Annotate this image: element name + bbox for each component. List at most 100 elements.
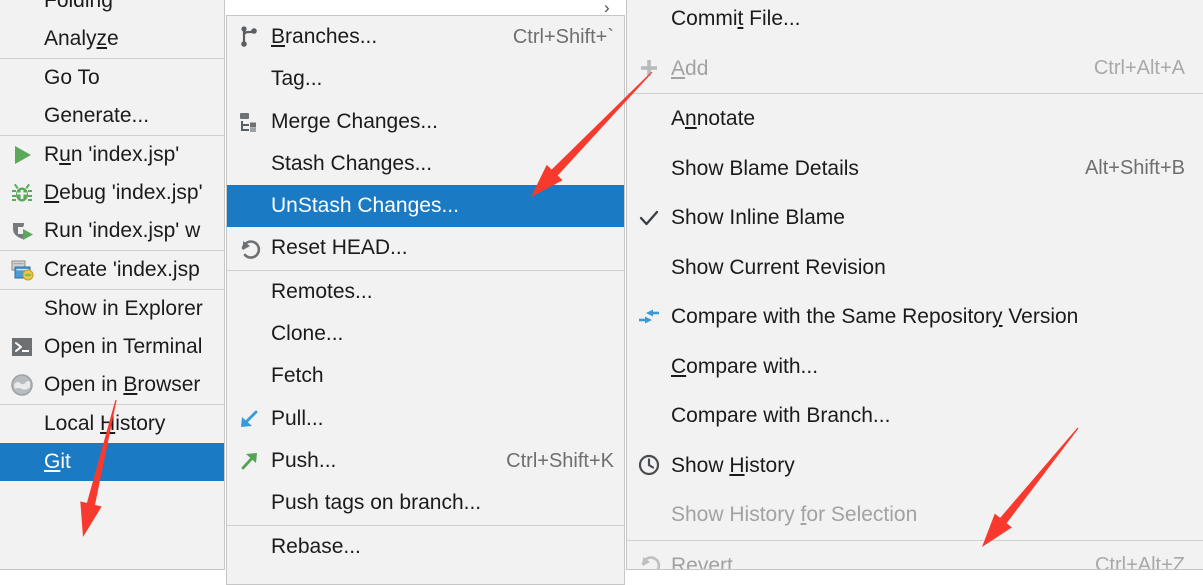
menu-item-label: Push tags on branch... <box>271 491 482 515</box>
menu-item-show-inline-blame[interactable]: Show Inline Blame <box>627 193 1203 243</box>
menu-item-rebase[interactable]: Rebase... <box>227 526 624 568</box>
no-icon <box>0 97 44 135</box>
run-icon <box>0 136 44 174</box>
create-configuration-icon <box>0 251 44 289</box>
no-icon <box>227 315 271 353</box>
menu-item-show-in-explorer[interactable]: Show in Explorer <box>0 290 224 328</box>
no-icon <box>0 290 44 328</box>
add-plus-icon <box>627 49 671 87</box>
menu-item-label: Git <box>44 450 71 473</box>
editor-context-menu[interactable]: Folding Analyze Go To Generate... Run 'index… <box>0 0 225 570</box>
menu-item-label: Show History <box>671 453 795 477</box>
menu-item-open-in-browser[interactable]: Open in Browser <box>0 366 224 404</box>
menu-item-label: Go To <box>44 66 100 89</box>
menu-item-label: Pull... <box>271 406 324 430</box>
menu-item-label: Analyze <box>44 27 119 50</box>
menu-item-label: Add <box>671 56 709 80</box>
menu-item-label: Show Inline Blame <box>671 206 845 229</box>
menu-item-label: Run 'index.jsp' <box>44 143 180 166</box>
menu-item-compare-with-branch[interactable]: Compare with Branch... <box>627 391 1203 441</box>
menu-item-label: Show Current Revision <box>671 255 886 279</box>
menu-item-add: Add Ctrl+Alt+A <box>627 44 1203 94</box>
compare-icon <box>627 298 671 336</box>
menu-item-generate[interactable]: Generate... <box>0 97 224 135</box>
menu-item-shortcut: Ctrl+Shift+K <box>506 449 614 472</box>
menu-item-push[interactable]: Push... Ctrl+Shift+K <box>227 440 624 482</box>
menu-item-compare-with-the-same-repository-version[interactable]: Compare with the Same Repository Version <box>627 292 1203 342</box>
no-icon <box>227 484 271 522</box>
no-icon <box>227 60 271 98</box>
reset-head-icon <box>227 230 271 268</box>
menu-item-annotate[interactable]: Annotate <box>627 94 1203 144</box>
menu-item-unstash-changes[interactable]: UnStash Changes... <box>227 185 624 228</box>
menu-item-label: Create 'index.jsp <box>44 258 200 281</box>
menu-item-stash-changes[interactable]: Stash Changes... <box>227 143 624 185</box>
menu-item-label: Show History for Selection <box>671 503 918 526</box>
menu-item-clone[interactable]: Clone... <box>227 313 624 355</box>
menu-item-pull[interactable]: Pull... <box>227 398 624 440</box>
menu-item-debug-index-jsp[interactable]: Debug 'index.jsp' <box>0 174 224 212</box>
menu-item-label: Reset HEAD... <box>271 236 408 260</box>
git-file-submenu[interactable]: Commit File... Add Ctrl+Alt+A Annotate Show … <box>626 0 1203 570</box>
no-icon <box>627 347 671 385</box>
no-icon <box>227 145 271 183</box>
no-icon <box>0 405 44 443</box>
menu-item-shortcut: Alt+Shift+B <box>1084 156 1185 179</box>
menu-item-fetch[interactable]: Fetch <box>227 355 624 397</box>
menu-item-label: Remotes... <box>271 279 373 303</box>
checkmark-icon <box>627 199 671 237</box>
menu-item-label: Rebase... <box>271 534 361 558</box>
no-icon <box>0 20 44 58</box>
no-icon <box>627 149 671 187</box>
no-icon <box>227 358 271 396</box>
history-clock-icon <box>627 446 671 484</box>
menu-item-run-index-jsp[interactable]: Run 'index.jsp' <box>0 136 224 174</box>
menu-item-label: Tag... <box>271 67 323 91</box>
no-icon <box>627 0 671 38</box>
menu-item-label: Show in Explorer <box>44 297 203 320</box>
menu-item-label: Run 'index.jsp' w <box>44 219 201 242</box>
git-submenu[interactable]: Branches... Ctrl+Shift+` Tag... Merge Chang… <box>226 15 625 585</box>
menu-item-reset-head[interactable]: Reset HEAD... <box>227 227 624 269</box>
menu-item-label: Compare with the Same Repository Version <box>671 305 1079 328</box>
no-icon <box>227 528 271 566</box>
menu-item-shortcut: Ctrl+Shift+` <box>512 26 614 48</box>
menu-item-local-history[interactable]: Local History <box>0 405 224 443</box>
no-icon <box>227 187 271 225</box>
merge-icon <box>227 103 271 141</box>
menu-item-create-index-jsp[interactable]: Create 'index.jsp <box>0 251 224 289</box>
menu-item-label: Commit File... <box>671 7 801 30</box>
menu-item-commit-file[interactable]: Commit File... <box>627 0 1203 44</box>
menu-item-push-tags-on-branch[interactable]: Push tags on branch... <box>227 482 624 524</box>
menu-item-folding[interactable]: Folding <box>0 0 224 20</box>
menu-item-merge-changes[interactable]: Merge Changes... <box>227 101 624 143</box>
menu-item-label: Open in Terminal <box>44 335 203 358</box>
menu-item-open-in-terminal[interactable]: Open in Terminal <box>0 328 224 366</box>
menu-item-label: Debug 'index.jsp' <box>44 181 203 204</box>
menu-item-label: UnStash Changes... <box>271 194 459 218</box>
menu-item-show-history[interactable]: Show History <box>627 441 1203 491</box>
menu-item-remotes[interactable]: Remotes... <box>227 271 624 313</box>
menu-item-revert: Revert... Ctrl+Alt+Z <box>627 541 1203 569</box>
menu-item-tag[interactable]: Tag... <box>227 58 624 100</box>
no-icon <box>227 273 271 311</box>
branches-icon <box>227 18 271 56</box>
menu-item-label: Local History <box>44 412 166 435</box>
menu-item-branches[interactable]: Branches... Ctrl+Shift+` <box>227 16 624 58</box>
no-icon <box>0 443 44 481</box>
menu-item-compare-with[interactable]: Compare with... <box>627 342 1203 392</box>
terminal-icon <box>0 328 44 366</box>
submenu-chevron-icon: › <box>604 0 610 17</box>
menu-item-go-to[interactable]: Go To <box>0 59 224 97</box>
menu-item-label: Fetch <box>271 364 324 388</box>
no-icon <box>627 248 671 286</box>
no-icon <box>0 59 44 97</box>
menu-item-show-blame-details[interactable]: Show Blame Details Alt+Shift+B <box>627 144 1203 194</box>
menu-item-run-index-jsp-w[interactable]: Run 'index.jsp' w <box>0 212 224 250</box>
menu-item-label: Push... <box>271 448 337 472</box>
menu-item-show-current-revision[interactable]: Show Current Revision <box>627 243 1203 293</box>
menu-item-label: Clone... <box>271 322 344 346</box>
menu-item-label: Show Blame Details <box>671 156 859 180</box>
menu-item-analyze[interactable]: Analyze <box>0 20 224 58</box>
menu-item-git[interactable]: Git <box>0 443 224 481</box>
